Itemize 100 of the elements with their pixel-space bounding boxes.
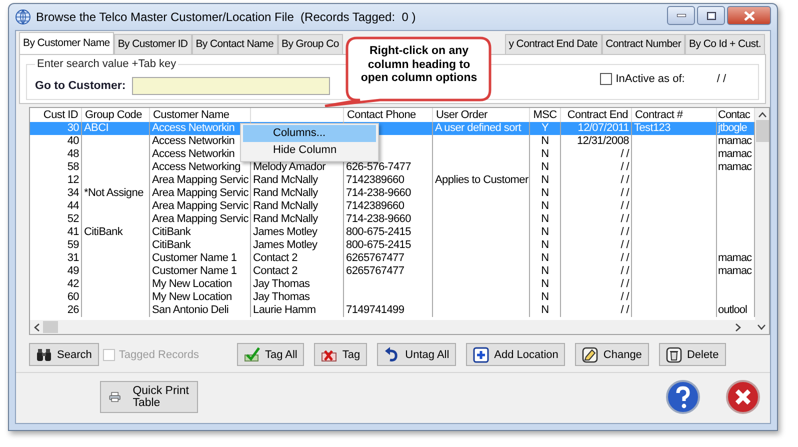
- tab[interactable]: By Customer ID: [114, 34, 192, 54]
- pencil-box-button[interactable]: Change: [575, 343, 649, 366]
- callout-text: Right-click on any column heading to open column options: [360, 45, 478, 86]
- pencil-box-icon: [582, 346, 598, 362]
- table-cell: ABCI: [82, 122, 150, 135]
- input-field[interactable]: [132, 76, 330, 94]
- table-cell: N: [530, 252, 561, 265]
- table-cell: Rand McNally: [251, 213, 344, 226]
- table-cell: N: [530, 265, 561, 278]
- table-cell: 6265767477: [344, 265, 433, 278]
- tag-x-button[interactable]: Tag: [314, 343, 368, 366]
- tab[interactable]: By Customer Name: [19, 32, 114, 54]
- horizontal-scrollbar[interactable]: [30, 320, 769, 334]
- table-cell: Rand McNally: [251, 187, 344, 200]
- table-cell: 7142389660: [344, 174, 433, 187]
- scroll-thumb[interactable]: [756, 120, 768, 142]
- table-cell: Contact 2: [251, 265, 344, 278]
- table-cell: Contact 2: [251, 252, 344, 265]
- table-cell: 30: [30, 122, 82, 135]
- table-cell: CitiBank: [150, 239, 251, 252]
- table-cell: / /: [561, 148, 632, 161]
- vertical-scrollbar[interactable]: [755, 108, 769, 320]
- binoculars-icon: [36, 346, 52, 362]
- binoculars-button[interactable]: Search: [29, 343, 99, 366]
- tab[interactable]: By Group Co: [278, 34, 343, 54]
- plus-icon: [473, 346, 490, 362]
- table-cell: 44: [30, 200, 82, 213]
- plus-button[interactable]: Add Location: [466, 343, 566, 366]
- close-button[interactable]: [727, 6, 771, 25]
- table-cell: Customer Name 1: [150, 252, 251, 265]
- table-cell: Customer Name 1: [150, 265, 251, 278]
- table-cell: 800-675-2415: [344, 226, 433, 239]
- menu-item[interactable]: Columns...: [243, 125, 376, 142]
- table-cell: / /: [561, 278, 632, 291]
- date-value: / /: [716, 72, 726, 84]
- minimize-icon: [676, 14, 686, 17]
- maximize-button[interactable]: [697, 6, 725, 25]
- table-cell: Rand McNally: [251, 174, 344, 187]
- table-cell: 42: [30, 278, 82, 291]
- table-cell: Area Mapping Servic: [150, 174, 251, 187]
- table-cell: N: [530, 304, 561, 317]
- table-cell: Access Networkin: [150, 122, 251, 135]
- minimize-button[interactable]: [667, 6, 695, 25]
- table-cell: 6265767477: [344, 252, 433, 265]
- table-cell: / /: [561, 252, 632, 265]
- field-label: Go to Customer:: [35, 80, 126, 92]
- table-cell: Area Mapping Servic: [150, 200, 251, 213]
- trash-button[interactable]: Delete: [658, 343, 726, 366]
- table-cell: 52: [30, 213, 82, 226]
- table-cell: Applies to Customer: [433, 174, 530, 187]
- tag-check-button[interactable]: Tag All: [236, 343, 304, 366]
- print-button[interactable]: Quick Print Table: [100, 381, 198, 413]
- maximize-icon: [706, 12, 716, 20]
- help-icon[interactable]: [666, 380, 700, 414]
- table-cell: 41: [30, 226, 82, 239]
- tab[interactable]: Contract Number: [602, 34, 686, 54]
- table-cell: / /: [561, 265, 632, 278]
- table-cell: A user defined sort: [433, 122, 530, 135]
- table-cell: CitiBank: [150, 226, 251, 239]
- table-cell: jtbogle: [717, 122, 755, 135]
- table-cell: *Not Assigne: [82, 187, 150, 200]
- table-cell: Area Mapping Servic: [150, 187, 251, 200]
- table-cell: / /: [561, 213, 632, 226]
- close-icon[interactable]: [726, 380, 760, 414]
- table-cell: / /: [561, 200, 632, 213]
- scroll-thumb[interactable]: [43, 321, 58, 333]
- table-cell: Rand McNally: [251, 200, 344, 213]
- table-cell: Jay Thomas: [251, 291, 344, 304]
- table-cell: / /: [561, 187, 632, 200]
- table-cell: N: [530, 161, 561, 174]
- table-cell: / /: [561, 291, 632, 304]
- table-cell: James Motley: [251, 239, 344, 252]
- printer-icon: [109, 389, 121, 405]
- curved-arrow-button[interactable]: Untag All: [377, 343, 456, 366]
- table-cell: N: [530, 226, 561, 239]
- table-cell: N: [530, 148, 561, 161]
- tab[interactable]: By Contact Name: [192, 34, 278, 54]
- table-cell: Jay Thomas: [251, 278, 344, 291]
- table-cell: 714-238-9660: [344, 187, 433, 200]
- table-cell: 26: [30, 304, 82, 317]
- table-cell: N: [530, 213, 561, 226]
- table-cell: Test123: [632, 122, 717, 135]
- curved-arrow-icon: [384, 346, 400, 362]
- trash-icon: [666, 346, 682, 362]
- tag-check-icon: [244, 346, 260, 362]
- close-icon: [744, 10, 754, 20]
- table-cell: My New Location: [150, 291, 251, 304]
- checkbox[interactable]: InActive as of:: [600, 72, 685, 84]
- table-cell: 34: [30, 187, 82, 200]
- table-cell: 12/07/2011: [561, 122, 632, 135]
- table-cell: My New Location: [150, 278, 251, 291]
- table-cell: 48: [30, 148, 82, 161]
- tab[interactable]: By Co Id + Cust.: [685, 34, 765, 54]
- tab[interactable]: y Contract End Date: [504, 34, 602, 54]
- table-cell: N: [530, 187, 561, 200]
- table-cell: 7149741499: [344, 304, 433, 317]
- table-cell: / /: [561, 239, 632, 252]
- globe-icon: [15, 9, 31, 25]
- table-cell: 800-675-2415: [344, 239, 433, 252]
- table-cell: / /: [561, 304, 632, 317]
